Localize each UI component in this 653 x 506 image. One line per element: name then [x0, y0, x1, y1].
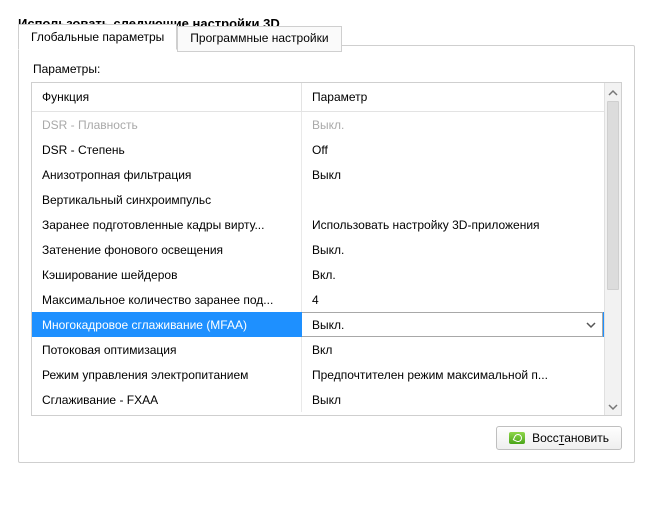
params-label: Параметры:: [33, 62, 622, 76]
table-row[interactable]: Потоковая оптимизацияВкл: [32, 337, 604, 362]
table-header: Функция Параметр: [32, 83, 604, 112]
cell-function: Анизотропная фильтрация: [32, 162, 302, 187]
table-row[interactable]: Максимальное количество заранее под...4: [32, 287, 604, 312]
tab-program-label: Программные настройки: [190, 31, 328, 45]
scroll-down-arrow[interactable]: [608, 401, 618, 411]
tabstrip: Глобальные параметры Программные настрой…: [18, 24, 342, 50]
scroll-up-arrow[interactable]: [608, 87, 618, 97]
cell-function: Вертикальный синхроимпульс: [32, 187, 302, 212]
table-row[interactable]: Анизотропная фильтрацияВыкл: [32, 162, 604, 187]
tab-content: Глобальные параметры Программные настрой…: [18, 45, 635, 463]
cell-parameter: Off: [302, 137, 604, 162]
scroll-track[interactable]: [605, 101, 621, 397]
table-row[interactable]: DSR - СтепеньOff: [32, 137, 604, 162]
tab-program[interactable]: Программные настройки: [177, 26, 341, 52]
cell-parameter: Предпочтителен режим максимальной п...: [302, 362, 604, 387]
footer: Восстановить: [31, 426, 622, 450]
cell-parameter: Выкл: [302, 387, 604, 412]
scroll-thumb[interactable]: [607, 101, 619, 290]
cell-function: DSR - Плавность: [32, 112, 302, 137]
table-rows: DSR - ПлавностьВыкл.DSR - СтепеньOffАниз…: [32, 112, 604, 412]
table-row[interactable]: Кэширование шейдеровВкл.: [32, 262, 604, 287]
chevron-down-icon[interactable]: [586, 320, 596, 330]
col-parameter[interactable]: Параметр: [302, 83, 604, 111]
restore-button-label: Восстановить: [532, 431, 609, 445]
cell-parameter: Выкл: [302, 162, 604, 187]
table-row[interactable]: Многокадровое сглаживание (MFAA)Выкл.: [32, 312, 604, 337]
cell-parameter: 4: [302, 287, 604, 312]
cell-function: Затенение фонового освещения: [32, 237, 302, 262]
tab-global-label: Глобальные параметры: [31, 30, 164, 44]
cell-parameter: Выкл.: [302, 112, 604, 137]
cell-parameter: [302, 187, 604, 212]
cell-function: Режим управления электропитанием: [32, 362, 302, 387]
cell-function: Максимальное количество заранее под...: [32, 287, 302, 312]
table-row[interactable]: DSR - ПлавностьВыкл.: [32, 112, 604, 137]
tab-global[interactable]: Глобальные параметры: [18, 24, 177, 50]
cell-function: Сглаживание - FXAA: [32, 387, 302, 412]
col-function[interactable]: Функция: [32, 83, 302, 111]
cell-parameter-dropdown[interactable]: Выкл.: [302, 312, 603, 337]
table-row[interactable]: Затенение фонового освещенияВыкл.: [32, 237, 604, 262]
vertical-scrollbar[interactable]: [604, 83, 621, 415]
table-row[interactable]: Сглаживание - FXAAВыкл: [32, 387, 604, 412]
cell-parameter: Вкл.: [302, 262, 604, 287]
table-row[interactable]: Режим управления электропитаниемПредпочт…: [32, 362, 604, 387]
nvidia-icon: [509, 432, 525, 444]
table-row[interactable]: Заранее подготовленные кадры вирту...Исп…: [32, 212, 604, 237]
cell-parameter: Использовать настройку 3D-приложения: [302, 212, 604, 237]
cell-parameter: Вкл: [302, 337, 604, 362]
cell-function: Потоковая оптимизация: [32, 337, 302, 362]
cell-parameter: Выкл.: [302, 237, 604, 262]
cell-function: DSR - Степень: [32, 137, 302, 162]
settings-panel: Использовать следующие настройки 3D. Гло…: [0, 0, 653, 471]
table-body: Функция Параметр DSR - ПлавностьВыкл.DSR…: [32, 83, 604, 415]
settings-table: Функция Параметр DSR - ПлавностьВыкл.DSR…: [31, 82, 622, 416]
cell-function: Кэширование шейдеров: [32, 262, 302, 287]
cell-function: Заранее подготовленные кадры вирту...: [32, 212, 302, 237]
restore-button[interactable]: Восстановить: [496, 426, 622, 450]
table-row[interactable]: Вертикальный синхроимпульс: [32, 187, 604, 212]
cell-function: Многокадровое сглаживание (MFAA): [32, 312, 302, 337]
